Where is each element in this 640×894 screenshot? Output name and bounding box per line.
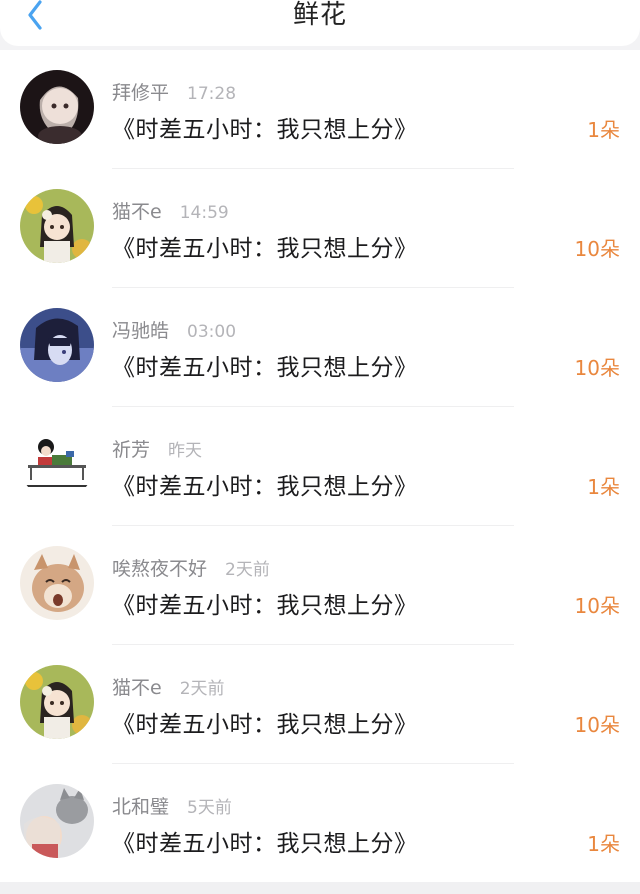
list-item[interactable]: 祈芳 昨天 《时差五小时：我只想上分》 1朵 (0, 407, 640, 526)
list-item[interactable]: 拜修平 17:28 《时差五小时：我只想上分》 1朵 (0, 50, 640, 169)
user-name[interactable]: 冯驰皓 (112, 316, 169, 343)
list-item[interactable]: 冯驰皓 03:00 《时差五小时：我只想上分》 10朵 (0, 288, 640, 407)
timestamp: 03:00 (187, 322, 237, 342)
entry-meta: 唉熬夜不好 2天前 (112, 554, 270, 581)
timestamp: 5天前 (187, 798, 232, 818)
user-name[interactable]: 猫不e (112, 197, 162, 224)
flower-count: 1朵 (587, 832, 620, 856)
flower-count: 1朵 (587, 475, 620, 499)
entry-meta: 冯驰皓 03:00 (112, 316, 237, 343)
avatar[interactable] (20, 427, 94, 501)
entry-meta: 北和璧 5天前 (112, 792, 232, 819)
flower-count: 10朵 (574, 356, 620, 380)
avatar[interactable] (20, 70, 94, 144)
avatar[interactable] (20, 308, 94, 382)
list-item[interactable]: 猫不e 2天前 《时差五小时：我只想上分》 10朵 (0, 645, 640, 764)
book-title[interactable]: 《时差五小时：我只想上分》 (112, 110, 418, 144)
user-name[interactable]: 祈芳 (112, 435, 150, 462)
book-title[interactable]: 《时差五小时：我只想上分》 (112, 705, 418, 739)
flowers-page: 鲜花 拜修平 17:28 《时差五小时：我只想上分》 1朵 猫不e 14:59 … (0, 0, 640, 894)
nav-header: 鲜花 (0, 0, 640, 46)
list-item[interactable]: 猫不e 14:59 《时差五小时：我只想上分》 10朵 (0, 169, 640, 288)
flower-count: 10朵 (574, 594, 620, 618)
entry-meta: 猫不e 2天前 (112, 673, 225, 700)
bottom-spacer (0, 882, 640, 894)
entry-meta: 拜修平 17:28 (112, 78, 237, 105)
avatar[interactable] (20, 546, 94, 620)
timestamp: 2天前 (179, 679, 225, 699)
book-title[interactable]: 《时差五小时：我只想上分》 (112, 586, 418, 620)
flower-count: 10朵 (574, 237, 620, 261)
book-title[interactable]: 《时差五小时：我只想上分》 (112, 467, 418, 501)
gift-list: 拜修平 17:28 《时差五小时：我只想上分》 1朵 猫不e 14:59 《时差… (0, 50, 640, 882)
timestamp: 14:59 (179, 203, 229, 223)
flower-count: 1朵 (587, 118, 620, 142)
page-title: 鲜花 (292, 0, 347, 30)
avatar[interactable] (20, 189, 94, 263)
avatar[interactable] (20, 665, 94, 739)
flower-count: 10朵 (574, 713, 620, 737)
book-title[interactable]: 《时差五小时：我只想上分》 (112, 229, 418, 263)
timestamp: 2天前 (225, 560, 270, 580)
user-name[interactable]: 猫不e (112, 673, 162, 700)
timestamp: 17:28 (187, 84, 237, 104)
list-item[interactable]: 北和璧 5天前 《时差五小时：我只想上分》 1朵 (0, 764, 640, 883)
user-name[interactable]: 北和璧 (112, 792, 169, 819)
user-name[interactable]: 唉熬夜不好 (112, 554, 207, 581)
list-item[interactable]: 唉熬夜不好 2天前 《时差五小时：我只想上分》 10朵 (0, 526, 640, 645)
avatar[interactable] (20, 784, 94, 858)
entry-meta: 祈芳 昨天 (112, 435, 203, 462)
user-name[interactable]: 拜修平 (112, 78, 169, 105)
book-title[interactable]: 《时差五小时：我只想上分》 (112, 824, 418, 858)
book-title[interactable]: 《时差五小时：我只想上分》 (112, 348, 418, 382)
entry-meta: 猫不e 14:59 (112, 197, 229, 224)
timestamp: 昨天 (168, 441, 203, 461)
